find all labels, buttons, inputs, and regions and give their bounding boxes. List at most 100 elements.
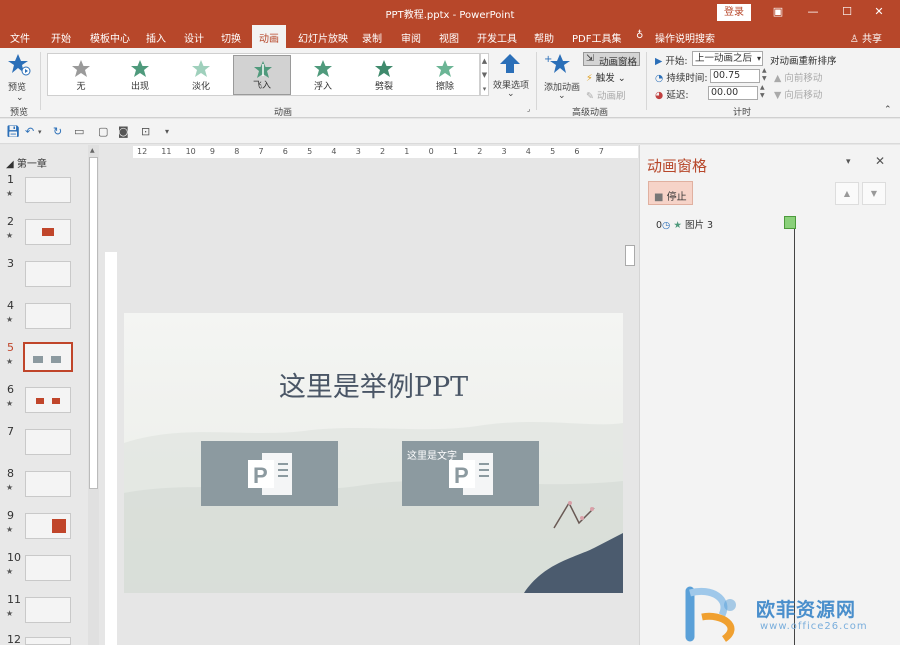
slide-thumbnail[interactable] — [25, 303, 71, 329]
animation-pane-button[interactable]: ⇲ 动画窗格 — [583, 52, 640, 68]
svg-text:P: P — [253, 463, 268, 488]
anim-split-label: 劈裂 — [374, 82, 393, 92]
slide-canvas[interactable]: 这里是举例PPT P 这里是文字 P — [124, 313, 623, 593]
add-animation-button[interactable]: + 添加动画 ⌄ — [544, 52, 580, 101]
thumb-graphic — [52, 519, 66, 533]
login-button[interactable]: 登录 — [717, 4, 751, 21]
delay-label: 延迟: — [666, 90, 689, 101]
stop-button[interactable]: ■ 停止 — [648, 181, 693, 205]
fade-star-icon — [192, 60, 210, 77]
tab-help[interactable]: 帮助 — [534, 30, 554, 45]
from-beginning-icon[interactable]: ▭ — [74, 125, 84, 138]
preview-label: 预览 — [8, 83, 27, 93]
tab-insert[interactable]: 插入 — [146, 30, 166, 45]
delay-field[interactable]: 00.00 — [708, 86, 758, 100]
tab-pdf-tools[interactable]: PDF工具集 — [572, 30, 621, 45]
anim-appear[interactable]: 出现 — [111, 55, 169, 95]
slide-thumbnail[interactable] — [25, 471, 71, 497]
tab-view[interactable]: 视图 — [439, 30, 459, 45]
divider — [40, 52, 41, 110]
horizontal-ruler: 12 11 10 9 8 7 6 5 4 3 2 1 0 1 2 3 4 5 6 7 — [133, 146, 638, 158]
anim-fly-in[interactable]: 飞入 — [233, 55, 291, 95]
tab-file[interactable]: 文件 — [10, 30, 30, 45]
slide-thumbnail[interactable] — [25, 597, 71, 623]
anim-float-in[interactable]: 浮入 — [294, 55, 352, 95]
save-icon[interactable]: 💾︎ — [6, 125, 20, 138]
slide-thumbnail[interactable] — [25, 387, 71, 413]
slide-thumbnail[interactable] — [25, 555, 71, 581]
move-later-button[interactable]: ▼ 向后移动 — [774, 87, 822, 101]
anim-split[interactable]: 劈裂 — [355, 55, 413, 95]
delay-spinner-icon[interactable]: ▲ ▼ — [760, 84, 765, 100]
section-header[interactable]: ◢ 第一章 — [6, 155, 47, 170]
picture-box-1[interactable]: P — [201, 441, 338, 506]
tab-animations[interactable]: 动画 — [252, 25, 286, 48]
close-pane-icon[interactable]: ✕ — [875, 154, 885, 168]
effect-options-button[interactable]: 效果选项 ⌄ — [493, 52, 529, 100]
minimize-icon[interactable]: — — [803, 5, 823, 18]
reorder-label: 对动画重新排序 — [770, 56, 837, 67]
ribbon-display-icon[interactable]: ▣ — [768, 5, 788, 18]
move-earlier-button[interactable]: ▲ 向前移动 — [774, 70, 822, 84]
picture-box-2[interactable]: 这里是文字 P — [402, 441, 539, 506]
maximize-icon[interactable]: ☐ — [837, 5, 857, 18]
move-down-button[interactable]: ▼ — [862, 182, 886, 205]
thumbnail-scrollbar[interactable]: ▲ — [88, 145, 99, 645]
scroll-up-icon[interactable]: ▲ — [90, 147, 95, 154]
triangle-down-icon: ▼ — [774, 90, 782, 101]
split-star-icon — [375, 60, 393, 77]
scroll-thumb[interactable] — [89, 157, 98, 489]
ruler-tick-label: 2 — [477, 147, 483, 156]
slide-thumbnail-selected[interactable] — [23, 342, 73, 372]
animation-painter-label: 动画刷 — [597, 91, 626, 102]
customize-qat-icon[interactable]: ▾ — [165, 127, 169, 136]
move-up-button[interactable]: ▲ — [835, 182, 859, 205]
slide-title[interactable]: 这里是举例PPT — [124, 365, 623, 404]
slide-thumbnail[interactable] — [25, 177, 71, 203]
present-icon[interactable]: ⊡ — [141, 125, 150, 138]
slide-thumbnail[interactable] — [25, 513, 71, 539]
tab-developer[interactable]: 开发工具 — [477, 30, 517, 45]
editor-scrollbar[interactable] — [623, 158, 637, 645]
tab-slideshow[interactable]: 幻灯片放映 — [298, 30, 348, 45]
close-window-icon[interactable]: ✕ — [869, 5, 889, 18]
tab-record[interactable]: 录制 — [362, 30, 382, 45]
screenshot-icon[interactable]: ◙ — [118, 125, 129, 138]
ink-mountains — [124, 421, 623, 593]
pane-options-icon[interactable]: ▾ — [846, 157, 851, 167]
tab-template-center[interactable]: 模板中心 — [90, 30, 130, 45]
anim-wipe[interactable]: 擦除 — [416, 55, 474, 95]
share-button[interactable]: ♙ 共享 — [850, 30, 882, 45]
quick-access-toolbar: 💾︎ ↶ ▾ ↻ ▭ ▢ ◙ ⊡ ▾ — [0, 119, 900, 144]
undo-dropdown-icon[interactable]: ▾ — [38, 128, 42, 136]
tab-home[interactable]: 开始 — [51, 30, 71, 45]
duration-spinner-icon[interactable]: ▲ ▼ — [762, 67, 767, 83]
animation-list-item[interactable]: 0◷ ★ 图片 3 — [656, 217, 713, 231]
gallery-scroll[interactable]: ▲ ▼ ▾ — [480, 53, 489, 96]
tell-me-search[interactable]: 操作说明搜索 — [655, 30, 715, 45]
collapse-ribbon-icon[interactable]: ⌃ — [884, 105, 892, 115]
tab-design[interactable]: 设计 — [184, 30, 204, 45]
tab-review[interactable]: 审阅 — [401, 30, 421, 45]
redo-icon[interactable]: ↻ — [53, 125, 62, 138]
animation-star-icon: ★ — [6, 189, 14, 198]
new-slide-icon[interactable]: ▢ — [98, 125, 108, 138]
timeline-bar[interactable] — [784, 216, 796, 229]
preview-button[interactable]: 预览 ⌄ — [6, 52, 34, 103]
slide-thumbnail[interactable] — [25, 261, 71, 287]
thumb-graphic — [36, 398, 44, 404]
slide-thumbnail[interactable] — [25, 219, 71, 245]
start-select[interactable]: 上一动画之后 ▾ — [692, 51, 763, 66]
anim-none[interactable]: 无 — [52, 55, 110, 95]
move-later-label: 向后移动 — [784, 90, 823, 101]
anim-fade[interactable]: 淡化 — [172, 55, 230, 95]
slide-thumbnail[interactable] — [25, 637, 71, 645]
tab-transitions[interactable]: 切换 — [221, 30, 241, 45]
ruler-tick-label: 3 — [355, 147, 361, 156]
slide-thumbnail[interactable] — [25, 429, 71, 455]
dialog-launcher-icon[interactable]: ⌟ — [527, 105, 530, 113]
trigger-button[interactable]: ⚡ 触发 ⌄ — [586, 70, 626, 84]
editor-scroll-thumb[interactable] — [625, 245, 635, 266]
undo-icon[interactable]: ↶ — [25, 125, 34, 138]
duration-field[interactable]: 00.75 — [710, 69, 760, 83]
